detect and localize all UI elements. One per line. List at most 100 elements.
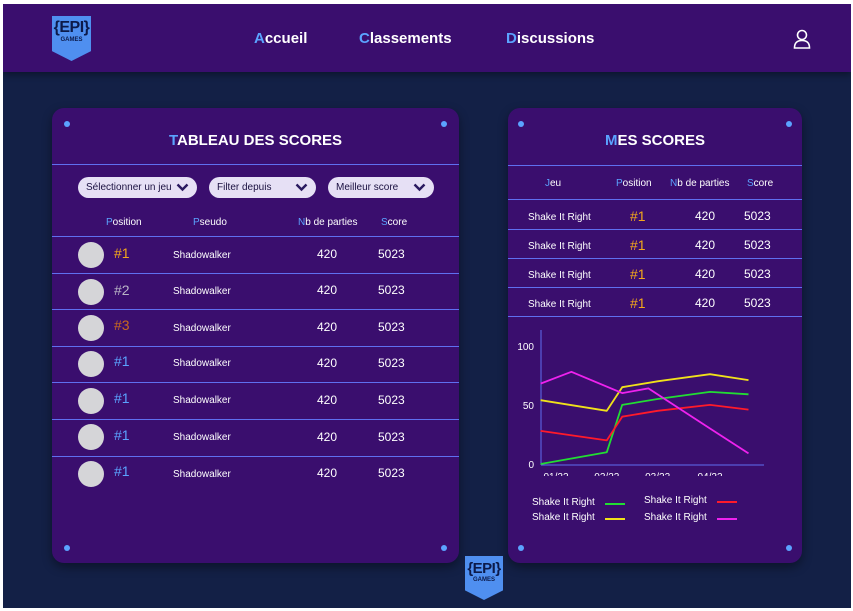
logo-subtext: GAMES bbox=[472, 577, 495, 583]
table-row[interactable]: #2 Shadowalker 420 5023 bbox=[52, 274, 459, 310]
avatar bbox=[78, 279, 104, 305]
x-tick-label: 03/22 bbox=[645, 472, 670, 476]
rank-label: #1 bbox=[630, 208, 646, 224]
nav-link-discussions-label: iscussions bbox=[516, 30, 595, 47]
my-scores-title-initial: M bbox=[604, 132, 618, 149]
table-row[interactable]: #1 Shadowalker 420 5023 bbox=[52, 347, 459, 383]
game-cell: Shake It Right bbox=[528, 299, 591, 310]
legend-label: Shake It Right bbox=[532, 497, 595, 508]
table-row[interactable]: #1 Shadowalker 420 5023 bbox=[52, 457, 459, 493]
corner-dot bbox=[786, 121, 792, 127]
score-cell: 5023 bbox=[378, 283, 405, 297]
rank-label: #1 bbox=[114, 427, 130, 443]
table-row[interactable]: Shake It Right #1 420 5023 bbox=[508, 259, 802, 287]
game-select-dropdown[interactable]: Sélectionner un jeu bbox=[78, 177, 197, 198]
legend-swatch-red bbox=[717, 501, 737, 503]
nav-link-discussions[interactable]: Discussions bbox=[506, 30, 594, 47]
epi-games-logo[interactable]: {EPI} GAMES bbox=[52, 16, 91, 61]
scores-line-chart: 0 50 100 01/22 02/22 03/22 04/22 bbox=[517, 330, 764, 476]
table-row[interactable]: Shake It Right #1 420 5023 bbox=[508, 288, 802, 316]
pseudo-cell: Shadowalker bbox=[173, 286, 231, 297]
score-cell: 5023 bbox=[744, 296, 771, 310]
sort-label: Meilleur score bbox=[336, 182, 399, 193]
user-icon[interactable] bbox=[793, 29, 811, 49]
legend-swatch-green bbox=[605, 503, 625, 505]
pseudo-cell: Shadowalker bbox=[173, 469, 231, 480]
games-cell: 420 bbox=[317, 283, 338, 297]
period-filter-dropdown[interactable]: Filter depuis bbox=[209, 177, 316, 198]
rank-label: #1 bbox=[114, 390, 130, 406]
score-cell: 5023 bbox=[378, 466, 405, 480]
column-header-games: Nb de parties bbox=[298, 217, 358, 228]
rank-label: #1 bbox=[114, 463, 130, 479]
legend-label: Shake It Right bbox=[532, 512, 595, 523]
game-cell: Shake It Right bbox=[528, 212, 591, 223]
table-row[interactable]: Shake It Right #1 420 5023 bbox=[508, 200, 802, 229]
column-header-initial: S bbox=[381, 217, 388, 228]
legend-label: Shake It Right bbox=[644, 512, 707, 523]
nav-link-classements[interactable]: Classements bbox=[359, 30, 452, 47]
corner-dot bbox=[441, 121, 447, 127]
legend-swatch-magenta bbox=[717, 518, 737, 520]
avatar bbox=[78, 424, 104, 450]
avatar bbox=[78, 388, 104, 414]
table-row[interactable]: #1 Shadowalker 420 5023 bbox=[52, 383, 459, 419]
table-row[interactable]: #1 Shadowalker 420 5023 bbox=[52, 420, 459, 456]
rank-label: #1 bbox=[630, 295, 646, 311]
column-header-initial: P bbox=[106, 217, 113, 228]
column-header-score: Score bbox=[747, 178, 773, 189]
series-line bbox=[540, 404, 749, 442]
logo-subtext: GAMES bbox=[60, 37, 83, 43]
games-cell: 420 bbox=[317, 320, 338, 334]
nav-link-accueil-initial: A bbox=[254, 30, 265, 47]
nav-link-classements-label: lassements bbox=[369, 30, 452, 47]
logo-text: {EPI} bbox=[467, 560, 501, 577]
leaderboard-title-initial: T bbox=[168, 132, 178, 149]
rank-label: #1 bbox=[630, 266, 646, 282]
column-header-text: eu bbox=[550, 178, 562, 189]
my-scores-card: MES SCORES Jeu Position Nb de parties Sc… bbox=[508, 108, 802, 563]
corner-dot bbox=[518, 545, 524, 551]
rank-label: #1 bbox=[114, 245, 130, 261]
divider bbox=[508, 165, 802, 166]
avatar bbox=[78, 351, 104, 377]
table-row[interactable]: #3 Shadowalker 420 5023 bbox=[52, 310, 459, 346]
games-cell: 420 bbox=[317, 430, 338, 444]
nav-link-discussions-initial: D bbox=[506, 30, 517, 47]
corner-dot bbox=[441, 545, 447, 551]
chevron-down-icon bbox=[413, 183, 426, 192]
pseudo-cell: Shadowalker bbox=[173, 432, 231, 443]
score-cell: 5023 bbox=[378, 356, 405, 370]
my-scores-title: MES SCORES bbox=[508, 132, 802, 149]
games-cell: 420 bbox=[317, 247, 338, 261]
corner-dot bbox=[64, 545, 70, 551]
column-header-text: osition bbox=[112, 217, 142, 228]
game-cell: Shake It Right bbox=[528, 241, 591, 252]
corner-dot bbox=[518, 121, 524, 127]
table-row[interactable]: #1 Shadowalker 420 5023 bbox=[52, 237, 459, 273]
avatar bbox=[78, 242, 104, 268]
table-row[interactable]: Shake It Right #1 420 5023 bbox=[508, 230, 802, 258]
nav-link-classements-initial: C bbox=[359, 30, 370, 47]
legend-label: Shake It Right bbox=[644, 495, 707, 506]
games-cell: 420 bbox=[695, 209, 716, 223]
epi-games-footer-logo[interactable]: {EPI} GAMES bbox=[465, 556, 503, 600]
sort-dropdown[interactable]: Meilleur score bbox=[328, 177, 434, 198]
games-cell: 420 bbox=[695, 238, 716, 252]
avatar bbox=[78, 461, 104, 487]
y-tick-label: 50 bbox=[523, 401, 535, 412]
score-cell: 5023 bbox=[378, 393, 405, 407]
rank-label: #3 bbox=[114, 317, 130, 333]
divider bbox=[52, 164, 459, 165]
rank-label: #2 bbox=[114, 282, 130, 298]
leaderboard-title: TABLEAU DES SCORES bbox=[52, 132, 459, 149]
nav-link-accueil[interactable]: Accueil bbox=[254, 30, 307, 47]
column-header-text: osition bbox=[622, 178, 652, 189]
nav-link-accueil-label: ccueil bbox=[264, 30, 308, 47]
logo-shield: {EPI} GAMES bbox=[465, 556, 503, 600]
column-header-score: Score bbox=[381, 217, 407, 228]
row-divider bbox=[508, 316, 802, 317]
score-cell: 5023 bbox=[744, 267, 771, 281]
leaderboard-card: TABLEAU DES SCORES Sélectionner un jeu F… bbox=[52, 108, 459, 563]
column-header-pseudo: Pseudo bbox=[193, 217, 227, 228]
